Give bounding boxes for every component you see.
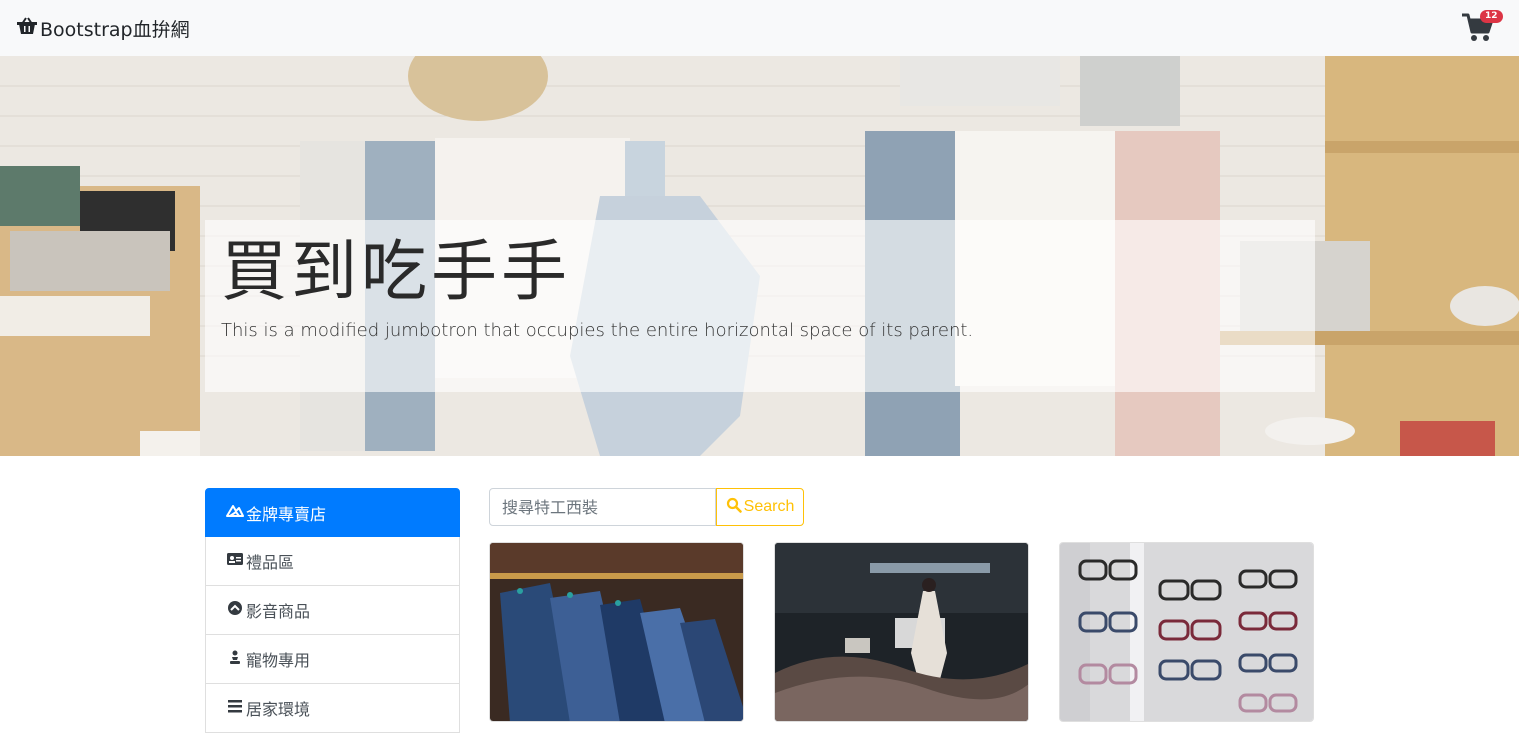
search-icon — [726, 497, 742, 518]
category-label: 寵物專用 — [246, 651, 311, 670]
category-label: 居家環境 — [246, 700, 311, 719]
category-label: 金牌專賣店 — [246, 504, 327, 524]
clothing-rack-photo — [490, 543, 743, 721]
search-button[interactable]: Search — [716, 488, 804, 526]
navbar: Bootstrap血拚網 12 — [0, 0, 1519, 56]
navbar-brand[interactable]: Bootstrap血拚網 — [16, 15, 190, 42]
id-card-icon — [226, 551, 244, 571]
product-card-store-window[interactable] — [774, 542, 1029, 722]
product-card-clothing[interactable] — [489, 542, 744, 722]
brand-icon — [226, 503, 244, 523]
search-button-label: Search — [743, 498, 795, 515]
category-list: 金牌專賣店 禮品區 影音商品 寵物專用 居家環境 — [205, 488, 460, 733]
category-item-gifts[interactable]: 禮品區 — [205, 537, 460, 586]
shopping-cart-icon — [1461, 13, 1495, 48]
cart-button[interactable]: 12 — [1461, 10, 1503, 44]
jumbotron-lead: This is a modified jumbotron that occupi… — [221, 319, 974, 341]
eyeglasses-display-photo — [1060, 543, 1313, 721]
jumbotron-title: 買到吃手手 — [221, 233, 571, 310]
category-item-pets[interactable]: 寵物專用 — [205, 635, 460, 684]
search-input[interactable] — [489, 488, 716, 526]
jumbotron-caption: 買到吃手手 This is a modified jumbotron that … — [205, 220, 1315, 392]
chess-pawn-icon — [226, 649, 244, 669]
search-form: Search — [489, 488, 804, 526]
category-label: 影音商品 — [246, 602, 311, 621]
jumbotron: 買到吃手手 This is a modified jumbotron that … — [0, 56, 1519, 456]
category-label: 禮品區 — [246, 553, 295, 572]
bars-icon — [226, 698, 244, 718]
product-card-eyeglasses[interactable] — [1059, 542, 1314, 722]
tiffany-store-window-photo — [775, 543, 1028, 721]
shopping-basket-icon — [16, 16, 38, 41]
chevron-circle-up-icon — [226, 600, 244, 620]
cart-count-badge: 12 — [1480, 10, 1503, 23]
brand-label: Bootstrap血拚網 — [40, 18, 190, 41]
category-item-gold-store[interactable]: 金牌專賣店 — [205, 488, 460, 537]
category-item-media[interactable]: 影音商品 — [205, 586, 460, 635]
